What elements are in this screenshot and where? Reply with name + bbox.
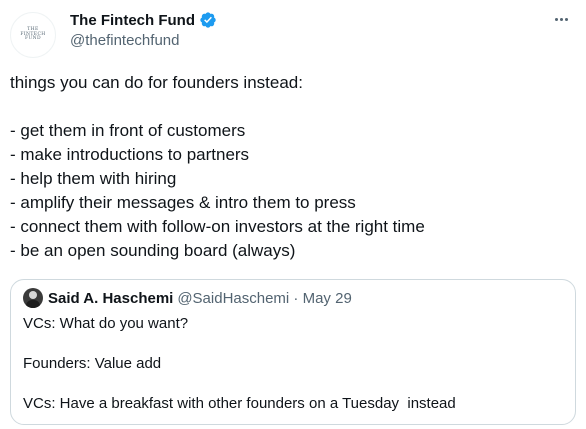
avatar-text-3: FUND [24,36,42,42]
quoted-tweet[interactable]: Said A. Haschemi @SaidHaschemi · May 29 … [10,279,576,425]
quoted-author-name: Said A. Haschemi [48,289,174,307]
author-name-row: The Fintech Fund [70,10,217,30]
tweet-list-item: - get them in front of customers [10,121,246,140]
tweet-list-item: - connect them with follow-on investors … [10,217,425,236]
tweet-text: things you can do for founders instead: … [10,71,570,263]
quoted-author-avatar [23,288,43,308]
tweet-list-item: - be an open sounding board (always) [10,241,296,260]
tweet-intro: things you can do for founders instead: [10,73,303,92]
tweet-header: The Fintech Fund @thefintechfund [70,10,217,49]
quoted-line: VCs: What do you want? [23,315,189,332]
tweet-card: THE FINTECH FUND The Fintech Fund @thefi… [0,0,586,429]
quoted-author-handle-date: @SaidHaschemi · May 29 [177,289,352,307]
quoted-tweet-text: VCs: What do you want? Founders: Value a… [23,314,563,414]
author-display-name[interactable]: The Fintech Fund [70,12,195,29]
author-handle[interactable]: @thefintechfund [70,32,217,49]
more-horizontal-icon[interactable] [550,10,572,28]
quoted-line: VCs: Have a breakfast with other founder… [23,395,456,412]
quoted-tweet-header: Said A. Haschemi @SaidHaschemi · May 29 [23,288,352,308]
verified-badge-icon [200,12,216,28]
tweet-list-item: - amplify their messages & intro them to… [10,193,356,212]
quoted-line: Founders: Value add [23,355,162,372]
tweet-list-item: - make introductions to partners [10,145,250,164]
tweet-list-item: - help them with hiring [10,169,177,188]
author-avatar[interactable]: THE FINTECH FUND [10,12,56,58]
